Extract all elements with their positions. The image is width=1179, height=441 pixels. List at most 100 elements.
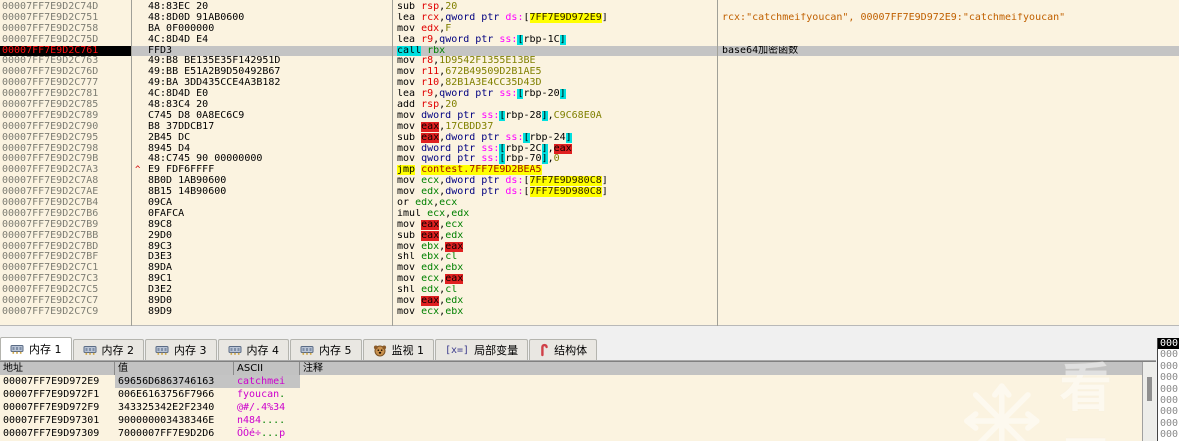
disasm-row[interactable]: 00007FF7E9D2C763 49:B8 BE135E35F142951D mo… — [0, 56, 1179, 67]
disasm-bytes-text: 49:BB E51A2B9D50492B67 — [148, 67, 281, 78]
memory-scrollbar-thumb[interactable] — [1147, 377, 1152, 401]
memory-dump-pane[interactable]: 地址值 ASCII 注释 00007FF7E9D972E9 69656D6863746… — [0, 361, 1156, 441]
disasm-row[interactable]: 00007FF7E9D2C781 4C:8D4D E0 lea r9,qword p… — [0, 89, 1179, 100]
side-pane-sliver[interactable]: 000 000 000 000 000 000 000 000 000 — [1157, 338, 1179, 441]
side-pane-row[interactable]: 000 — [1158, 406, 1179, 417]
disasm-row[interactable]: 00007FF7E9D2C7C9 89D9 mov ecx,ebx — [0, 307, 1179, 318]
instr-token: r11 — [421, 67, 440, 78]
tab-label: 内存 3 — [174, 344, 207, 357]
memory-comment — [300, 414, 1156, 427]
disasm-instruction: lea r9,qword ptr ss:[rbp-20] — [392, 89, 717, 100]
memory-icon — [83, 344, 97, 356]
instr-token: dword ptr — [445, 176, 506, 187]
side-pane-row[interactable]: 000 — [1158, 418, 1179, 429]
instr-token: 20 — [445, 100, 458, 111]
disasm-row[interactable]: 00007FF7E9D2C790 B8 37DDCB17 mov eax,17CBD… — [0, 121, 1179, 133]
instr-token: shl — [397, 252, 422, 263]
instr-token: jmp — [397, 165, 416, 176]
disasm-comment — [717, 220, 1179, 231]
disasm-row[interactable]: 00007FF7E9D2C7C5 D3E2 shl edx,cl — [0, 285, 1179, 296]
instr-token: dword ptr — [421, 143, 482, 154]
disasm-instruction: shl ebx,cl — [392, 252, 717, 263]
disasm-row[interactable]: 00007FF7E9D2C7AE 8B15 14B90600 mov edx,dwo… — [0, 187, 1179, 198]
disasm-instruction: mov eax,ecx — [392, 219, 717, 231]
instr-token: r9 — [421, 34, 434, 45]
column-separator-instruction-comment[interactable] — [717, 0, 718, 326]
disasm-row[interactable]: 00007FF7E9D2C795 2B45 DC sub eax,dword ptr… — [0, 132, 1179, 144]
instr-token: edx — [421, 23, 440, 34]
memory-scrollbar[interactable] — [1142, 362, 1156, 441]
disasm-address: 00007FF7E9D2C76D — [2, 67, 99, 78]
tab-内存-2[interactable]: 内存 2 — [72, 339, 144, 360]
instr-token: contest.7FF7E9D2BEA5 — [421, 165, 542, 176]
tab-内存-5[interactable]: 内存 5 — [290, 339, 362, 360]
disasm-address: 00007FF7E9D2C7C1 — [2, 263, 99, 274]
struct-icon — [539, 343, 549, 357]
memory-icon — [228, 344, 242, 356]
disasm-address: 00007FF7E9D2C7AE — [2, 187, 99, 198]
disasm-row[interactable]: 00007FF7E9D2C758 BA 0F000000 mov edx,F — [0, 24, 1179, 35]
disasm-bytes-text: 89C3 — [148, 241, 173, 252]
disasm-address: 00007FF7E9D2C7BB — [2, 230, 99, 241]
instr-token: eax — [421, 219, 440, 230]
disasm-comment — [717, 24, 1179, 35]
memory-row[interactable]: 00007FF7E9D97301 900000003438346E n484.... — [0, 414, 1156, 427]
pane-splitter[interactable] — [0, 326, 1179, 337]
disasm-row[interactable]: 00007FF7E9D2C75D 4C:8D4D E4 lea r9,qword p… — [0, 34, 1179, 46]
tab-结构体[interactable]: 结构体 — [529, 339, 598, 360]
tab-监视-1[interactable]: 监视 1 — [362, 339, 434, 360]
disasm-row[interactable]: 00007FF7E9D2C76D 49:BB E51A2B9D50492B67 mo… — [0, 67, 1179, 78]
tab-局部变量[interactable]: [x=] 局部变量 — [435, 339, 529, 360]
side-pane-row[interactable]: 000 — [1158, 372, 1179, 383]
side-pane-row[interactable]: 000 — [1158, 338, 1179, 350]
disasm-row[interactable]: 00007FF7E9D2C7C1 89DA mov edx,ebx — [0, 263, 1179, 274]
ascii-token: fyoucan — [237, 389, 280, 400]
disasm-row[interactable]: 00007FF7E9D2C74D 48:83EC 20 sub rsp,20 — [0, 2, 1179, 13]
tab-内存-4[interactable]: 内存 4 — [217, 339, 289, 360]
disasm-row[interactable]: 00007FF7E9D2C79B 48:C745 90 00000000 mov q… — [0, 154, 1179, 165]
column-separator-bytes-instruction[interactable] — [392, 0, 393, 326]
disasm-row[interactable]: 00007FF7E9D2C7BD 89C3 mov ebx,eax — [0, 241, 1179, 253]
disasm-row[interactable]: 00007FF7E9D2C7C3 89C1 mov ecx,eax — [0, 274, 1179, 285]
memory-row[interactable]: 00007FF7E9D972E9 69656D6863746163 catchmei — [0, 375, 1156, 388]
disasm-instruction: call rbx — [392, 45, 717, 57]
disasm-instruction: mov ecx,eax — [392, 274, 717, 285]
instr-token: dword ptr — [445, 187, 506, 198]
disasm-row[interactable]: 00007FF7E9D2C7B4 09CA or edx,ecx — [0, 198, 1179, 209]
disassembly-pane[interactable]: 00007FF7E9D2C74D 48:83EC 20 sub rsp,20 0000… — [0, 0, 1179, 326]
memory-row[interactable]: 00007FF7E9D972F1 006E6163756F7966 fyoucan. — [0, 388, 1156, 401]
disasm-row[interactable]: 00007FF7E9D2C798 8945 D4 mov dword ptr ss:… — [0, 143, 1179, 155]
side-pane-row[interactable]: 000 — [1158, 361, 1179, 372]
disasm-row[interactable]: 00007FF7E9D2C7BB 29D0 sub eax,edx — [0, 230, 1179, 242]
side-pane-row[interactable]: 000 — [1158, 429, 1179, 440]
disasm-comment — [717, 209, 1179, 220]
instr-token: imul — [397, 208, 428, 219]
column-separator-address-bytes[interactable] — [131, 0, 132, 326]
tab-内存-3[interactable]: 内存 3 — [145, 339, 217, 360]
instr-token: mov — [397, 263, 422, 274]
instr-token: qword ptr — [439, 34, 500, 45]
side-pane-row[interactable]: 000 — [1158, 384, 1179, 395]
disasm-row[interactable]: 00007FF7E9D2C7B9 89C8 mov eax,ecx — [0, 219, 1179, 231]
disasm-row[interactable]: 00007FF7E9D2C7A8 8B0D 1AB90600 mov ecx,dwo… — [0, 176, 1179, 187]
memory-row[interactable]: 00007FF7E9D97309 7000007FF7E9D2D6 ÖÒé÷...p — [0, 427, 1156, 440]
disasm-row[interactable]: 00007FF7E9D2C7B6 0FAFCA imul ecx,edx — [0, 209, 1179, 220]
instr-token: mov — [397, 154, 422, 165]
disasm-row[interactable]: 00007FF7E9D2C761 FFD3 call rbx base64加密函数 — [0, 45, 1179, 57]
memory-row[interactable]: 00007FF7E9D972F9 343325342E2F2340 @#/.4%34 — [0, 401, 1156, 414]
side-pane-row[interactable]: 000 — [1158, 349, 1179, 360]
disasm-row[interactable]: 00007FF7E9D2C785 48:83C4 20 add rsp,20 — [0, 100, 1179, 111]
tab-label: 局部变量 — [474, 344, 519, 357]
disasm-row[interactable]: 00007FF7E9D2C777 49:BA 3DD435CCE4A3B182 mo… — [0, 78, 1179, 89]
disasm-address: 00007FF7E9D2C763 — [2, 56, 99, 67]
disasm-row[interactable]: 00007FF7E9D2C789 C745 D8 0A8EC6C9 mov dwor… — [0, 110, 1179, 122]
disasm-row[interactable]: 00007FF7E9D2C7A3 ^ E9 FDF6FFFF jmp contest.… — [0, 165, 1179, 176]
disasm-row[interactable]: 00007FF7E9D2C751 48:8D0D 91AB0600 lea rcx,… — [0, 12, 1179, 24]
disasm-row[interactable]: 00007FF7E9D2C7BF D3E3 shl ebx,cl — [0, 252, 1179, 263]
disasm-row[interactable]: 00007FF7E9D2C7C7 89D0 mov eax,edx — [0, 296, 1179, 307]
tab-内存-1[interactable]: 内存 1 — [0, 337, 72, 360]
disasm-bytes-text: D3E2 — [148, 285, 173, 296]
instr-token: edx — [421, 263, 440, 274]
instr-token: 7FF7E9D980C8 — [529, 176, 602, 187]
side-pane-row[interactable]: 000 — [1158, 395, 1179, 406]
